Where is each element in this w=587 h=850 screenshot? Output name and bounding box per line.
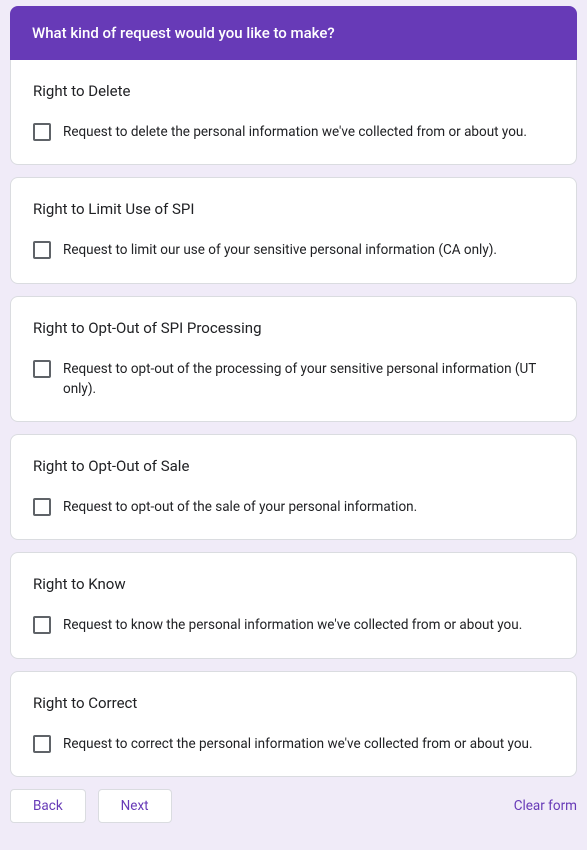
clear-form-link[interactable]: Clear form [514, 798, 577, 814]
question-title: Right to Correct [33, 694, 554, 712]
checkbox-label: Request to delete the personal informati… [63, 122, 527, 142]
checkbox-label: Request to correct the personal informat… [63, 734, 533, 754]
question-title: Right to Delete [33, 82, 554, 100]
question-card-optout-sale: Right to Opt-Out of Sale Request to opt-… [10, 434, 577, 540]
checkbox-row[interactable]: Request to opt-out of the sale of your p… [33, 497, 554, 517]
checkbox-label: Request to limit our use of your sensiti… [63, 240, 497, 260]
checkbox[interactable] [33, 735, 51, 753]
checkbox[interactable] [33, 616, 51, 634]
question-card-delete: Right to Delete Request to delete the pe… [10, 60, 577, 165]
checkbox-row[interactable]: Request to opt-out of the processing of … [33, 359, 554, 400]
question-card-limit-spi: Right to Limit Use of SPI Request to lim… [10, 177, 577, 283]
next-button[interactable]: Next [98, 789, 172, 823]
checkbox-row[interactable]: Request to know the personal information… [33, 615, 554, 635]
checkbox[interactable] [33, 360, 51, 378]
question-title: Right to Limit Use of SPI [33, 200, 554, 218]
checkbox[interactable] [33, 123, 51, 141]
button-group: Back Next [10, 789, 172, 823]
question-title: Right to Opt-Out of SPI Processing [33, 319, 554, 337]
checkbox-row[interactable]: Request to delete the personal informati… [33, 122, 554, 142]
question-title: Right to Opt-Out of Sale [33, 457, 554, 475]
checkbox-label: Request to opt-out of the sale of your p… [63, 497, 417, 517]
question-card-optout-spi: Right to Opt-Out of SPI Processing Reque… [10, 296, 577, 423]
checkbox-label: Request to opt-out of the processing of … [63, 359, 554, 400]
checkbox-row[interactable]: Request to limit our use of your sensiti… [33, 240, 554, 260]
form-header: What kind of request would you like to m… [10, 6, 577, 60]
checkbox[interactable] [33, 241, 51, 259]
question-card-know: Right to Know Request to know the person… [10, 552, 577, 658]
question-title: Right to Know [33, 575, 554, 593]
checkbox[interactable] [33, 498, 51, 516]
form-header-title: What kind of request would you like to m… [32, 24, 335, 42]
back-button[interactable]: Back [10, 789, 86, 823]
question-card-correct: Right to Correct Request to correct the … [10, 671, 577, 777]
checkbox-row[interactable]: Request to correct the personal informat… [33, 734, 554, 754]
checkbox-label: Request to know the personal information… [63, 615, 522, 635]
footer-row: Back Next Clear form [10, 789, 577, 823]
